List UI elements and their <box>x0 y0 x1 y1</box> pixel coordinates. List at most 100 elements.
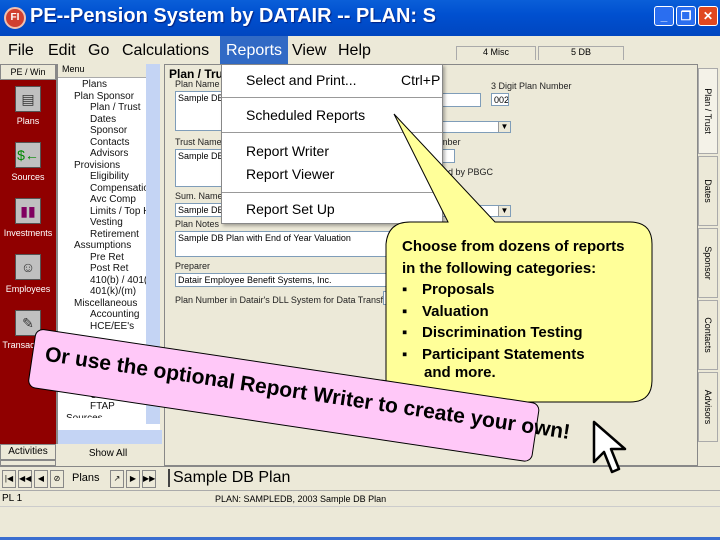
tree-item[interactable]: Sources <box>64 413 148 419</box>
investments-icon: ▮▮ <box>15 198 41 224</box>
tree-item[interactable]: Post Ret <box>64 263 148 275</box>
sum-name-label: Sum. Name <box>175 191 223 201</box>
nav-item-sources[interactable]: $← Sources <box>0 136 56 192</box>
nav-item-plans[interactable]: ▤ Plans <box>0 80 56 136</box>
app-icon: FI <box>4 7 26 29</box>
callout-outro: and more. <box>424 364 496 381</box>
callout-bullet: Discrimination Testing <box>402 322 632 344</box>
nav-label: Employees <box>5 284 51 294</box>
tree-item[interactable]: Plan / Trust <box>64 102 148 114</box>
nav-label: Sources <box>11 172 45 182</box>
shortcut-label: Ctrl+P <box>401 72 441 88</box>
menu-go[interactable]: Go <box>82 40 115 62</box>
prev-record-icon[interactable]: ◀ <box>34 470 48 488</box>
side-tab-label: Sponsor <box>703 246 713 280</box>
side-tab-plan-trust[interactable]: Plan / Trust <box>698 68 718 154</box>
tree-item[interactable]: Plan Sponsor <box>64 91 148 103</box>
plans-icon: ▤ <box>15 86 41 112</box>
tab-misc[interactable]: 4 Misc <box>456 46 536 60</box>
tree-item[interactable]: 401(k)/(m) <box>64 286 148 298</box>
show-all-button[interactable]: Show All <box>56 444 160 464</box>
tree-item[interactable]: Vesting <box>64 217 148 229</box>
tree-item[interactable]: Sponsor <box>64 125 148 137</box>
side-tab-label: Advisors <box>703 389 713 425</box>
menu-help[interactable]: Help <box>332 40 377 62</box>
mouse-cursor-icon <box>592 420 627 474</box>
first-record-icon[interactable]: |◀ <box>2 470 16 488</box>
plan-notes-label: Plan Notes <box>175 219 220 229</box>
tree-item[interactable]: Compensation <box>64 183 148 195</box>
tree-item[interactable]: Eligibility <box>64 171 148 183</box>
tree-item[interactable]: Avc Comp <box>64 194 148 206</box>
menu-file[interactable]: File <box>2 40 40 62</box>
tree-item[interactable]: 410(b) / 401(a)(4) <box>64 275 148 287</box>
three-digit-label: 3 Digit Plan Number <box>491 81 572 91</box>
sources-icon: $← <box>15 142 41 168</box>
tree-item[interactable]: HCE/EE's <box>64 321 148 333</box>
side-tab-contacts[interactable]: Contacts <box>698 300 718 370</box>
menu-item-select-and-print[interactable]: Select and Print... Ctrl+P <box>246 72 440 88</box>
menu-item-report-writer[interactable]: Report Writer <box>246 143 329 159</box>
tree-item[interactable]: Miscellaneous <box>64 298 148 310</box>
goto-icon[interactable]: ↗ <box>110 470 124 488</box>
next-page-icon[interactable]: ▶▶ <box>142 470 156 488</box>
tree-item[interactable]: Assumptions <box>64 240 148 252</box>
bottom-strip <box>0 506 720 540</box>
side-tab-label: Plan / Trust <box>703 88 713 134</box>
tree-item[interactable]: Retirement <box>64 229 148 241</box>
nav-item-investments[interactable]: ▮▮ Investments <box>0 192 56 248</box>
callout-bullet: Participant Statements <box>402 344 632 366</box>
maximize-button[interactable]: ❐ <box>676 6 696 26</box>
callout-intro: Choose from dozens of reports in the fol… <box>402 238 625 277</box>
callout-bullet: Valuation <box>402 301 632 323</box>
menu-edit[interactable]: Edit <box>42 40 82 62</box>
nav-header: PE / Win <box>0 64 56 80</box>
minimize-button[interactable]: _ <box>654 6 674 26</box>
nav-label: Plans <box>16 116 40 126</box>
menu-item-scheduled-reports[interactable]: Scheduled Reports <box>246 107 365 123</box>
nav-label: Investments <box>3 228 53 238</box>
tree-horizontal-scrollbar[interactable] <box>58 430 162 444</box>
activities-button[interactable]: Activities <box>0 444 56 460</box>
tab-db[interactable]: 5 DB <box>538 46 624 60</box>
tree-item[interactable]: Advisors <box>64 148 148 160</box>
callout-bullet: Proposals <box>402 279 632 301</box>
menu-item-report-set-up[interactable]: Report Set Up <box>246 201 335 217</box>
window-title: PE--Pension System by DATAIR -- PLAN: S <box>30 5 436 27</box>
side-tab-dates[interactable]: Dates <box>698 156 718 226</box>
side-tabs: Plan / Trust Dates Sponsor Contacts Advi… <box>698 64 720 466</box>
tree-item[interactable]: Dates <box>64 114 148 126</box>
side-tab-advisors[interactable]: Advisors <box>698 372 718 442</box>
side-tab-sponsor[interactable]: Sponsor <box>698 228 718 298</box>
tree-header: Menu <box>58 64 160 78</box>
record-type-label: Plans <box>72 472 100 484</box>
prev-page-icon[interactable]: ◀◀ <box>18 470 32 488</box>
tree-item[interactable]: Plans <box>64 79 148 91</box>
tree-item[interactable]: Provisions <box>64 160 148 172</box>
plan-name-label: Plan Name <box>175 79 220 89</box>
tree-item[interactable]: Pre Ret <box>64 252 148 264</box>
menu-reports[interactable]: Reports <box>220 36 289 64</box>
employees-icon: ☺ <box>15 254 41 280</box>
tree-item[interactable]: Accounting <box>64 309 148 321</box>
callout-bullets: Proposals Valuation Discrimination Testi… <box>402 279 632 365</box>
nav-panel: PE / Win ▤ Plans $← Sources ▮▮ Investments … <box>0 64 56 464</box>
side-tab-label: Contacts <box>703 317 713 353</box>
plan-number-label: Plan Number in Datair's DLL System for D… <box>175 295 391 305</box>
menu-item-report-viewer[interactable]: Report Viewer <box>246 166 334 182</box>
close-button[interactable]: ✕ <box>698 6 718 26</box>
menu-calculations[interactable]: Calculations <box>116 40 215 62</box>
menu-view[interactable]: View <box>286 40 332 62</box>
nav-item-employees[interactable]: ☺ Employees <box>0 248 56 304</box>
preparer-label: Preparer <box>175 261 211 271</box>
tree-item[interactable]: Contacts <box>64 137 148 149</box>
filter-icon[interactable]: ⊘ <box>50 470 64 488</box>
next-record-icon[interactable]: ▶ <box>126 470 140 488</box>
menu-separator <box>222 97 442 98</box>
trust-name-label: Trust Name <box>175 137 222 147</box>
callout-text: Choose from dozens of reports in the fol… <box>402 236 632 384</box>
title-bar: FI PE--Pension System by DATAIR -- PLAN:… <box>0 0 720 36</box>
status-left: PL 1 <box>2 493 23 504</box>
tree-item[interactable]: Limits / Top Heavy <box>64 206 148 218</box>
side-tab-label: Dates <box>703 179 713 203</box>
